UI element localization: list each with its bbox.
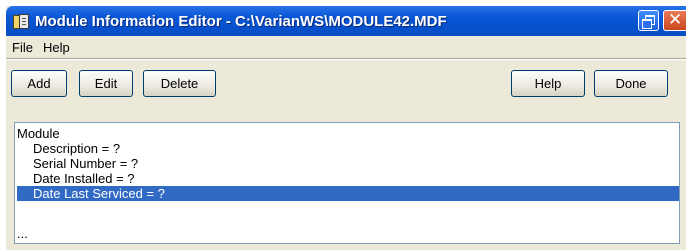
module-info-list[interactable]: Module Description = ? Serial Number = ?… (14, 122, 680, 244)
list-item-label: Date Last Serviced = ? (33, 186, 165, 201)
app-icon (13, 14, 29, 29)
title-bar[interactable]: Module Information Editor - C:\VarianWS\… (6, 6, 686, 36)
restore-button[interactable] (638, 10, 659, 31)
menu-separator (6, 58, 686, 60)
menu-file[interactable]: File (10, 40, 33, 55)
help-button[interactable]: Help (511, 70, 585, 97)
list-item[interactable]: Description = ? (33, 141, 120, 156)
list-item-root[interactable]: Module (17, 126, 60, 141)
edit-button[interactable]: Edit (79, 70, 133, 97)
list-item-selected[interactable]: Date Last Serviced = ? (17, 186, 679, 201)
list-item[interactable]: Date Installed = ? (33, 171, 135, 186)
window-title: Module Information Editor - C:\VarianWS\… (35, 12, 447, 30)
add-button[interactable]: Add (11, 70, 67, 97)
list-item-more[interactable]: ... (17, 226, 28, 241)
menu-bar: File Help (6, 36, 686, 58)
list-item[interactable]: Serial Number = ? (33, 156, 138, 171)
close-button[interactable]: ✕ (663, 10, 686, 31)
done-button[interactable]: Done (594, 70, 668, 97)
menu-help[interactable]: Help (41, 40, 70, 55)
close-icon: ✕ (668, 10, 683, 30)
delete-button[interactable]: Delete (143, 70, 216, 97)
